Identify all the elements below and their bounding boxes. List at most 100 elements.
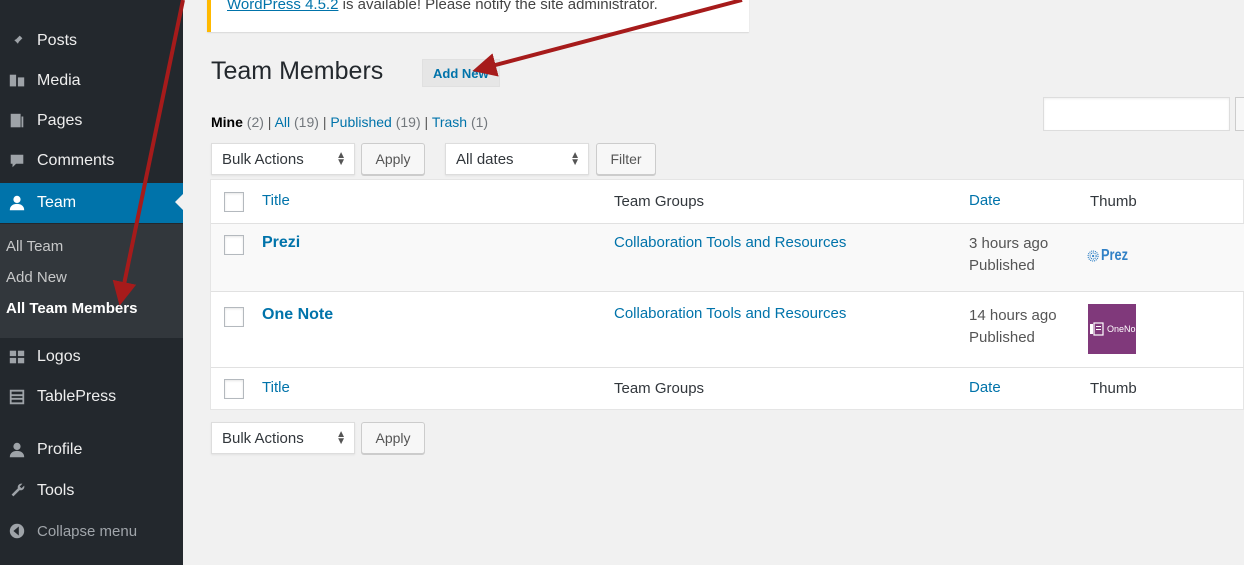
select-arrows-icon: ▲ ▼ (570, 150, 580, 168)
submenu-all-team-members[interactable]: All Team Members (6, 300, 137, 317)
menu-posts-label: Posts (37, 32, 78, 49)
prezi-logo-icon (1087, 250, 1099, 262)
comments-icon (6, 152, 28, 170)
row-date-text: 14 hours ago (969, 307, 1057, 324)
menu-logos-label: Logos (37, 348, 81, 365)
admin-sidebar: Posts Media Pages Comments Team All Team… (0, 0, 183, 565)
column-thumb: Thumb (1090, 193, 1137, 210)
menu-profile[interactable]: Profile (0, 431, 183, 469)
column-title-sort[interactable]: Title (262, 192, 290, 209)
row-checkbox[interactable] (224, 235, 244, 255)
view-mine-count: (2) (246, 114, 264, 130)
menu-tablepress[interactable]: TablePress (0, 378, 183, 416)
menu-media[interactable]: Media (0, 62, 183, 100)
view-mine[interactable]: Mine (211, 114, 243, 130)
menu-logos[interactable]: Logos (0, 338, 183, 376)
menu-tools[interactable]: Tools (0, 472, 183, 510)
view-filters: Mine (2) | All (19) | Published (19) | T… (211, 114, 488, 130)
search-button[interactable] (1235, 97, 1244, 131)
column-title-sort-footer[interactable]: Title (262, 379, 290, 396)
menu-team-label: Team (37, 194, 77, 211)
row-date: 14 hours ago Published (969, 305, 1057, 349)
main-content: WordPress 4.5.2 is available! Please not… (183, 0, 1244, 565)
apply-button-bottom[interactable]: Apply (361, 422, 425, 454)
pages-icon (6, 112, 28, 130)
view-separator: | (267, 114, 272, 130)
row-status-text: Published (969, 257, 1035, 274)
view-trash-count: (1) (470, 114, 489, 130)
menu-tools-label: Tools (37, 482, 75, 499)
dates-filter-select[interactable]: All dates ▲ ▼ (445, 143, 589, 175)
row-date: 3 hours ago Published (969, 233, 1048, 277)
dates-filter-value: All dates (456, 150, 514, 168)
table-footer-row: Title Team Groups Date Thumb (211, 368, 1244, 410)
bulk-actions-value: Bulk Actions (222, 150, 304, 168)
select-arrows-icon: ▲ ▼ (336, 429, 346, 447)
table-row: One Note Collaboration Tools and Resourc… (211, 292, 1244, 368)
menu-tablepress-label: TablePress (37, 388, 117, 405)
onenote-thumbnail: OneNo (1088, 304, 1136, 354)
update-notice: WordPress 4.5.2 is available! Please not… (207, 0, 749, 32)
add-new-button[interactable]: Add New (422, 59, 500, 87)
row-group-link[interactable]: Collaboration Tools and Resources (614, 305, 846, 322)
grid-icon (6, 348, 28, 366)
column-team-groups: Team Groups (614, 193, 705, 210)
view-separator: | (424, 114, 429, 130)
column-date-sort[interactable]: Date (969, 192, 1001, 209)
table-icon (6, 388, 28, 406)
row-title-link[interactable]: One Note (262, 306, 333, 324)
bulk-actions-value-bottom: Bulk Actions (222, 429, 304, 447)
search-input[interactable] (1043, 97, 1230, 131)
column-date-sort-footer[interactable]: Date (969, 379, 1001, 396)
submenu-add-new[interactable]: Add New (6, 269, 67, 286)
onenote-logo-icon (1090, 322, 1104, 336)
update-notice-text: is available! Please notify the site adm… (338, 0, 658, 13)
menu-comments-label: Comments (37, 152, 115, 169)
team-members-table: Title Team Groups Date Thumb Prezi Colla… (210, 179, 1244, 410)
row-date-text: 3 hours ago (969, 235, 1049, 252)
prezi-thumbnail: Prez (1087, 236, 1135, 276)
view-published[interactable]: Published (330, 114, 392, 130)
select-arrows-icon: ▲ ▼ (336, 150, 346, 168)
view-published-count: (19) (395, 114, 421, 130)
menu-posts[interactable]: Posts (0, 22, 183, 60)
team-submenu: All Team Add New All Team Members (0, 224, 183, 338)
row-title-link[interactable]: Prezi (262, 234, 300, 252)
table-row: Prezi Collaboration Tools and Resources … (211, 224, 1244, 292)
menu-profile-label: Profile (37, 441, 83, 458)
column-team-groups-footer: Team Groups (614, 380, 705, 397)
column-thumb-footer: Thumb (1090, 380, 1137, 397)
onenote-thumb-text: OneNo (1107, 324, 1136, 334)
select-all-checkbox[interactable] (224, 192, 244, 212)
menu-comments[interactable]: Comments (0, 142, 183, 180)
view-trash[interactable]: Trash (432, 114, 467, 130)
page-title: Team Members (211, 57, 384, 85)
apply-button[interactable]: Apply (361, 143, 425, 175)
collapse-menu-button[interactable]: Collapse menu (0, 512, 183, 550)
menu-team[interactable]: Team (0, 183, 183, 223)
collapse-menu-label: Collapse menu (37, 522, 138, 540)
pin-icon (6, 32, 28, 50)
submenu-all-team[interactable]: All Team (6, 238, 63, 255)
table-header-row: Title Team Groups Date Thumb (211, 180, 1244, 224)
wrench-icon (6, 482, 28, 500)
row-status-text: Published (969, 329, 1035, 346)
menu-media-label: Media (37, 72, 81, 89)
update-link[interactable]: WordPress 4.5.2 (227, 0, 338, 13)
view-all-count: (19) (294, 114, 319, 130)
user-icon (6, 441, 28, 459)
collapse-icon (6, 522, 28, 540)
user-icon (6, 194, 28, 212)
bulk-actions-select[interactable]: Bulk Actions ▲ ▼ (211, 143, 355, 175)
media-icon (6, 72, 28, 90)
row-checkbox[interactable] (224, 307, 244, 327)
bulk-actions-select-bottom[interactable]: Bulk Actions ▲ ▼ (211, 422, 355, 454)
menu-pages[interactable]: Pages (0, 102, 183, 140)
view-separator: | (322, 114, 327, 130)
select-all-checkbox-footer[interactable] (224, 379, 244, 399)
view-all[interactable]: All (275, 114, 291, 130)
row-group-link[interactable]: Collaboration Tools and Resources (614, 234, 846, 251)
filter-button[interactable]: Filter (596, 143, 656, 175)
prezi-thumb-text: Prez (1101, 247, 1129, 264)
menu-pages-label: Pages (37, 112, 83, 129)
